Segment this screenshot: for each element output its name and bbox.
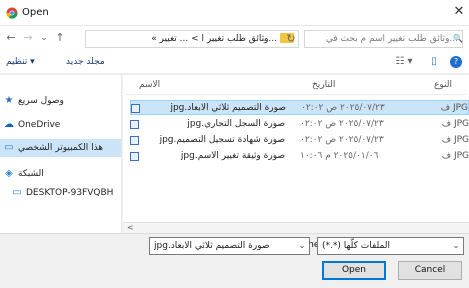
file-name: صورة التصميم ثلاثي الابعاد.jpg [170,103,286,113]
chrome-app-icon [6,7,18,19]
file-type: JPG ف [441,135,469,145]
nav-desktop-pc[interactable]: ▭ DESKTOP-93FVQBH [8,184,121,202]
file-type: JPG ف [441,151,469,161]
open-button[interactable]: Open [322,261,386,280]
breadcrumb-dropdown-icon[interactable]: ⌄ [257,30,271,48]
forward-icon[interactable]: → [21,29,35,47]
file-name: صورة شهادة تسجيل التصميم.jpg [159,135,285,145]
organize-button[interactable]: تنظيم ▾ [6,57,35,67]
horizontal-scrollbar[interactable] [123,222,469,233]
nav-item-label: الشبكة [18,169,44,179]
nav-network[interactable]: ◈ الشبكة [0,165,121,183]
column-header-date[interactable]: التاريخ [312,80,335,90]
nav-item-label: وصول سريع [18,96,64,106]
computer-icon: ▭ [12,187,22,198]
file-row[interactable]: صورة التصميم ثلاثي الابعاد.jpg ٢٠٢٥/٠٧/٢… [130,100,469,115]
nav-onedrive[interactable]: ☁ OneDrive [0,116,121,134]
file-date: ٢٠٢٥/٠٧/٢٣ ص ٠٢:٠٢ [300,119,384,129]
file-date: ٢٠٢٥/٠٧/٢٣ ص ٠٢:٠٢ [301,103,385,113]
file-date: ٢٠٢٥/٠١/٠٦ م ١٠:٠٦ [300,151,379,161]
cloud-icon: ☁ [4,119,14,130]
title-bar [0,0,469,26]
help-icon[interactable]: ? [450,56,462,68]
nav-item-label: DESKTOP-93FVQBH [26,188,114,198]
star-icon: ★ [4,95,14,106]
file-name: صورة وثيقة تغيير الاسم.jpg [180,151,285,161]
recent-locations-icon[interactable]: ⌄ [37,29,51,47]
file-name: صورة السجل التجاري.jpg [187,119,285,129]
image-file-icon [130,136,139,145]
file-date: ٢٠٢٥/٠٧/٢٣ ص ٠٢:٠٢ [300,135,384,145]
file-row[interactable]: صورة وثيقة تغيير الاسم.jpg ٢٠٢٥/٠١/٠٦ م … [130,149,469,164]
nav-this-pc[interactable]: ▭ هذا الكمبيوتر الشخصي [0,139,121,157]
search-icon: 🔍 [453,34,463,43]
computer-icon: ▭ [4,142,14,153]
preview-pane-icon[interactable]: ▯ [428,56,440,68]
cancel-button[interactable]: Cancel [398,261,462,280]
scroll-left-icon[interactable]: < [127,222,134,233]
image-file-icon [130,120,139,129]
file-type: JPG ف [441,119,469,129]
nav-item-label: OneDrive [18,120,61,130]
column-header-name[interactable]: الاسم [139,80,160,90]
new-folder-button[interactable]: مجلد جديد [66,57,105,67]
column-header-type[interactable]: النوع [434,80,452,90]
network-icon: ◈ [5,168,13,179]
search-placeholder: ...وثائق طلب تغيير اسم م بحث في [325,34,458,44]
file-name-dropdown-icon[interactable]: ⌄ [295,238,309,254]
image-file-icon [130,152,139,161]
file-type-select[interactable]: الملفات كلّها (*.*) [317,237,464,255]
file-name-field[interactable]: صورة التصميم ثلاثي الابعاد.jpg [149,237,310,255]
file-row[interactable]: صورة شهادة تسجيل التصميم.jpg ٢٠٢٥/٠٧/٢٣ … [130,133,469,148]
nav-item-label: هذا الكمبيوتر الشخصي [18,143,104,153]
up-icon[interactable]: ↑ [53,29,67,47]
image-file-icon [131,104,140,113]
nav-quick-access[interactable]: ★ وصول سريع [0,92,121,110]
file-type: JPG ف [440,103,468,113]
file-row[interactable]: صورة السجل التجاري.jpg ٢٠٢٥/٠٧/٢٣ ص ٠٢:٠… [130,117,469,132]
window-title: Open [22,7,49,18]
header-divider [126,94,466,95]
file-type-value: الملفات كلّها (*.*) [322,241,390,251]
file-name-value: صورة التصميم ثلاثي الابعاد.jpg [154,241,270,251]
close-icon[interactable]: ✕ [452,3,466,21]
refresh-icon[interactable]: ↻ [284,30,298,48]
file-type-dropdown-icon[interactable]: ⌄ [449,238,463,254]
back-icon[interactable]: ← [4,29,18,47]
search-input[interactable]: ...وثائق طلب تغيير اسم م بحث في [304,30,463,48]
view-options-icon[interactable]: ☷ ▾ [390,56,418,68]
